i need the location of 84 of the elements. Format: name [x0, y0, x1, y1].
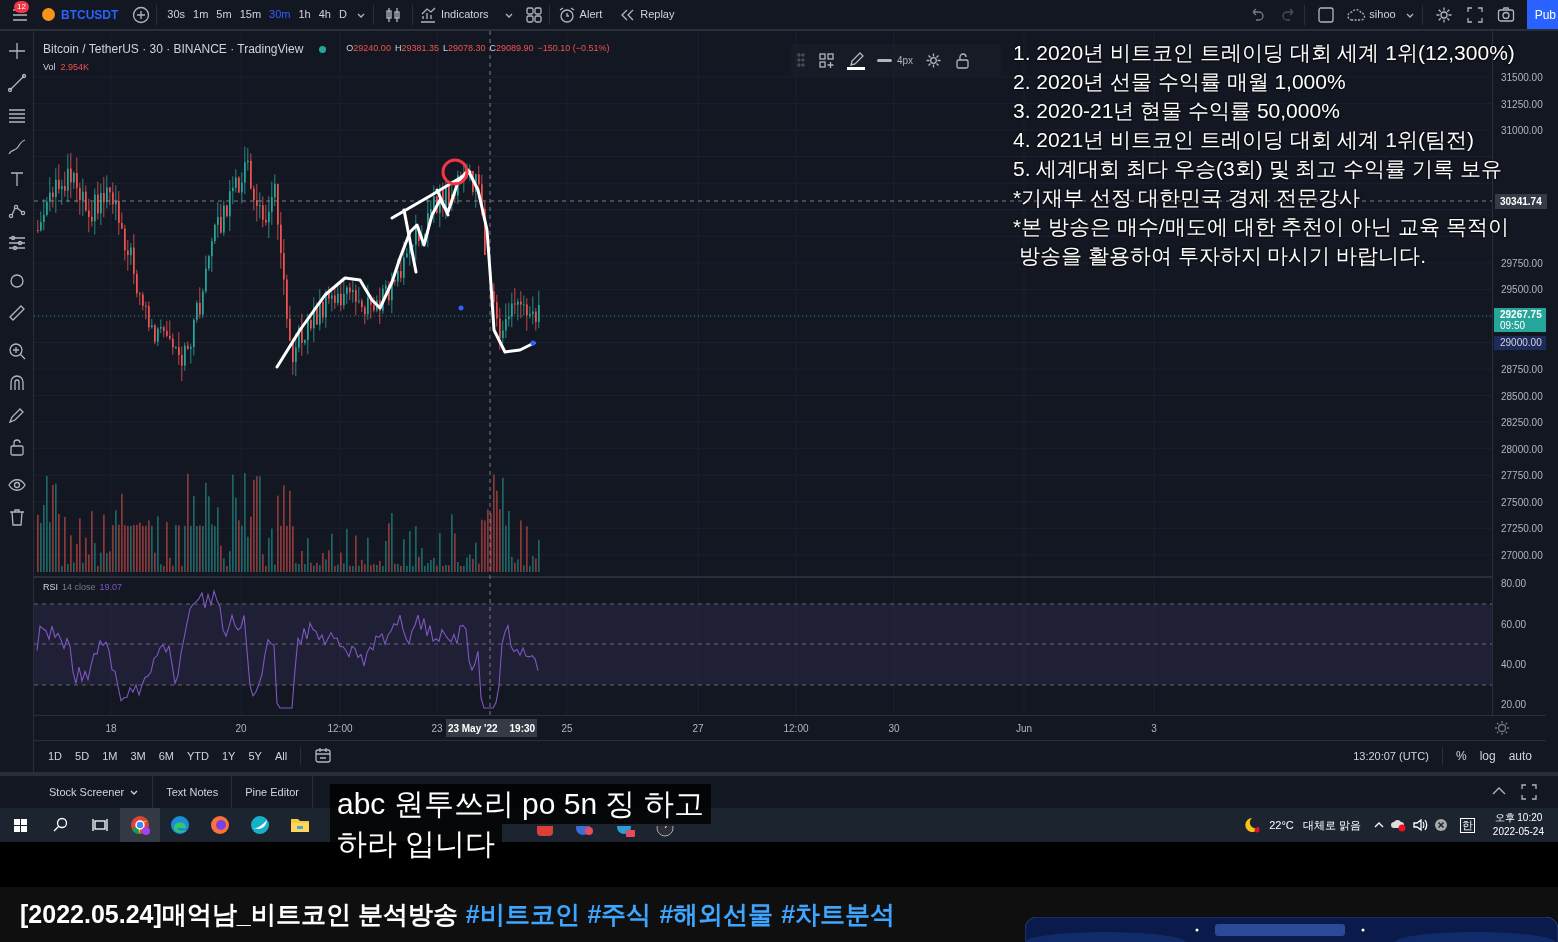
range-button[interactable]: 6M [158, 748, 174, 765]
range-button[interactable]: 1Y [221, 748, 236, 765]
clock-text[interactable]: 13:20:07 (UTC) [1353, 748, 1429, 765]
rsi-axis-label: 80.00 [1501, 577, 1527, 591]
price-label: 27500.00 [1501, 495, 1543, 510]
hashtag-link[interactable]: #비트코인 [465, 895, 580, 934]
rsi-axis-label: 20.00 [1501, 698, 1527, 712]
price-label: 29750.00 [1501, 256, 1543, 271]
ohlc-value: L29078.30 [442, 42, 486, 56]
ime-indicator[interactable]: 한 [1459, 817, 1475, 833]
video-title: [2022.05.24]매억남_비트코인 분석방송 [20, 898, 458, 930]
scale-button[interactable]: log [1479, 747, 1496, 766]
clock-date[interactable]: 2022-05-24 [1492, 825, 1544, 839]
price-label: 28500.00 [1501, 389, 1543, 404]
scale-button[interactable]: % [1455, 747, 1467, 766]
notification-badge: 12 [14, 1, 29, 13]
time-label: 20 [235, 722, 247, 736]
range-button[interactable]: 3M [130, 748, 146, 765]
overlay-note: 1. 2020년 비트코인 트레이딩 대회 세계 1위(12,300%) [1013, 40, 1515, 66]
volume-label: Vol [43, 61, 56, 74]
time-label: 12:00 [783, 722, 809, 736]
crosshair-time-label: 23 May '22 19:30 [446, 719, 537, 737]
interval-button[interactable]: 15m [235, 6, 266, 23]
ohlc-value: H29381.35 [394, 42, 439, 56]
layout-button[interactable]: sihoo [1347, 5, 1396, 24]
rsi-value: 19.07 [99, 581, 123, 594]
replay-button[interactable]: Replay [618, 5, 675, 24]
interval-button[interactable]: 5m [212, 6, 236, 23]
price-label: 27000.00 [1501, 548, 1543, 563]
time-label: Jun [1015, 722, 1033, 736]
time-label: 18 [105, 722, 117, 736]
interval-button[interactable]: 30m [265, 6, 295, 23]
time-label: 27 [692, 722, 704, 736]
rsi-axis-label: 60.00 [1501, 618, 1527, 632]
clock-time[interactable]: 오후 10:20 [1494, 811, 1543, 825]
range-button[interactable]: 5Y [248, 748, 262, 765]
indicators-button[interactable]: Indicators [418, 5, 489, 24]
time-label: 23 [431, 722, 443, 736]
range-button[interactable]: YTD [186, 748, 209, 765]
crosshair-price-label: 30341.74 [1495, 194, 1547, 209]
range-button[interactable]: 5D [75, 748, 90, 765]
symbol-name[interactable]: BTCUSDT [61, 5, 119, 24]
price-label: 31000.00 [1501, 124, 1543, 139]
price-label: 28250.00 [1501, 416, 1543, 431]
time-label: 30 [888, 722, 900, 736]
interval-button[interactable]: D [334, 6, 351, 23]
price-label: 28000.00 [1501, 442, 1543, 457]
hashtag-link[interactable]: #해외선물 [659, 895, 774, 934]
hashtag-link[interactable]: #주식 [587, 895, 652, 934]
price-label: 28750.00 [1501, 363, 1543, 378]
ohlc-value: C29089.90 [489, 42, 534, 56]
price-label: 31250.00 [1501, 97, 1543, 112]
change-value: −150.10 (−0.51%) [537, 42, 610, 56]
price-label: 27250.00 [1501, 522, 1543, 537]
temperature-text[interactable]: 22°C [1269, 816, 1294, 834]
overlay-note: *본 방송은 매수/매도에 대한 추천이 아닌 교육 목적이 [1013, 214, 1510, 240]
time-label: 3 [1151, 722, 1157, 736]
time-label: 25 [561, 722, 573, 736]
interval-button[interactable]: 30s [163, 6, 190, 23]
range-button[interactable]: All [274, 748, 288, 765]
line-width-button[interactable]: 4px [877, 52, 914, 68]
rsi-axis-label: 40.00 [1501, 658, 1527, 672]
volume-value: 2.954K [60, 61, 90, 74]
range-button[interactable]: 1D [48, 748, 63, 765]
interval-button[interactable]: 4h [314, 6, 335, 23]
rsi-params: 14 close [62, 581, 96, 594]
interval-button[interactable]: 1m [189, 6, 213, 23]
overlay-note: 5. 세계대회 최다 우승(3회) 및 최고 수익률 기록 보유 [1013, 156, 1503, 182]
last-price-label: 29267.75 09:50 [1494, 308, 1546, 332]
rsi-label: RSI [43, 581, 58, 594]
hashtag-link[interactable]: #차트분석 [781, 895, 896, 934]
time-label: 12:00 [327, 722, 353, 736]
weather-text[interactable]: 대체로 맑음 [1302, 816, 1361, 834]
interval-button[interactable]: 1h [294, 6, 315, 23]
alert-button[interactable]: Alert [557, 5, 603, 24]
price-label: 27750.00 [1501, 469, 1543, 484]
scale-button[interactable]: auto [1508, 747, 1532, 766]
ohlc-value: O29240.00 [346, 42, 391, 56]
price-label: 29500.00 [1501, 283, 1543, 298]
symbol-title: Bitcoin / TetherUS · 30 · BINANCE · TradingView [43, 41, 304, 58]
hover-price-label: 29000.00 [1494, 336, 1546, 350]
range-button[interactable]: 1M [102, 748, 118, 765]
price-label: 31500.00 [1501, 71, 1543, 85]
publish-button[interactable]: Pub [1526, 0, 1558, 29]
